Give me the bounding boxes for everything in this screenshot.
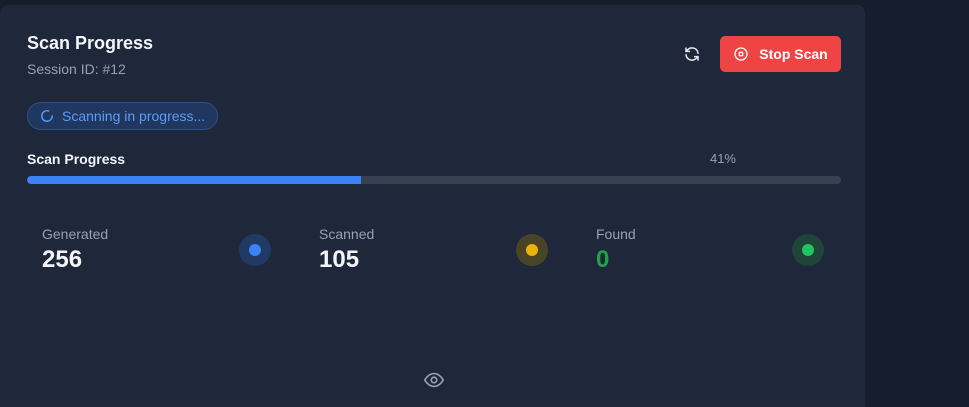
spinner-icon	[41, 110, 53, 122]
stat-found: Found 0	[596, 222, 836, 278]
generated-indicator-icon	[239, 234, 271, 266]
stat-value: 0	[596, 246, 610, 273]
stop-scan-label: Stop Scan	[759, 46, 828, 62]
stat-generated: Generated 256	[42, 222, 282, 278]
stat-value: 105	[319, 246, 360, 273]
stop-circle-icon	[734, 47, 748, 61]
scanned-indicator-icon	[516, 234, 548, 266]
progress-bar	[27, 176, 841, 184]
progress-label: Scan Progress	[27, 151, 126, 167]
page: Scan Progress Session ID: #12 Stop Scan …	[0, 0, 969, 407]
generated-dot	[249, 244, 261, 256]
stat-label: Found	[596, 226, 636, 242]
refresh-button[interactable]	[676, 38, 708, 70]
progress-percent: 41%	[709, 151, 736, 166]
scanned-dot	[526, 244, 538, 256]
stat-value: 256	[42, 246, 83, 273]
refresh-icon	[685, 47, 699, 61]
eye-icon	[424, 372, 444, 388]
eye-button[interactable]	[422, 369, 446, 391]
stat-label: Scanned	[319, 226, 375, 242]
status-badge: Scanning in progress...	[27, 102, 219, 130]
progress-fill	[27, 176, 361, 184]
page-title: Scan Progress	[27, 33, 154, 53]
status-text: Scanning in progress...	[62, 108, 206, 124]
session-id: Session ID: #12	[27, 61, 126, 77]
scan-progress-card: Scan Progress Session ID: #12 Stop Scan …	[0, 5, 865, 407]
stat-scanned: Scanned 105	[319, 222, 559, 278]
found-indicator-icon	[792, 234, 824, 266]
found-dot	[802, 244, 814, 256]
stat-label: Generated	[42, 226, 109, 242]
stop-scan-button[interactable]: Stop Scan	[720, 36, 841, 72]
